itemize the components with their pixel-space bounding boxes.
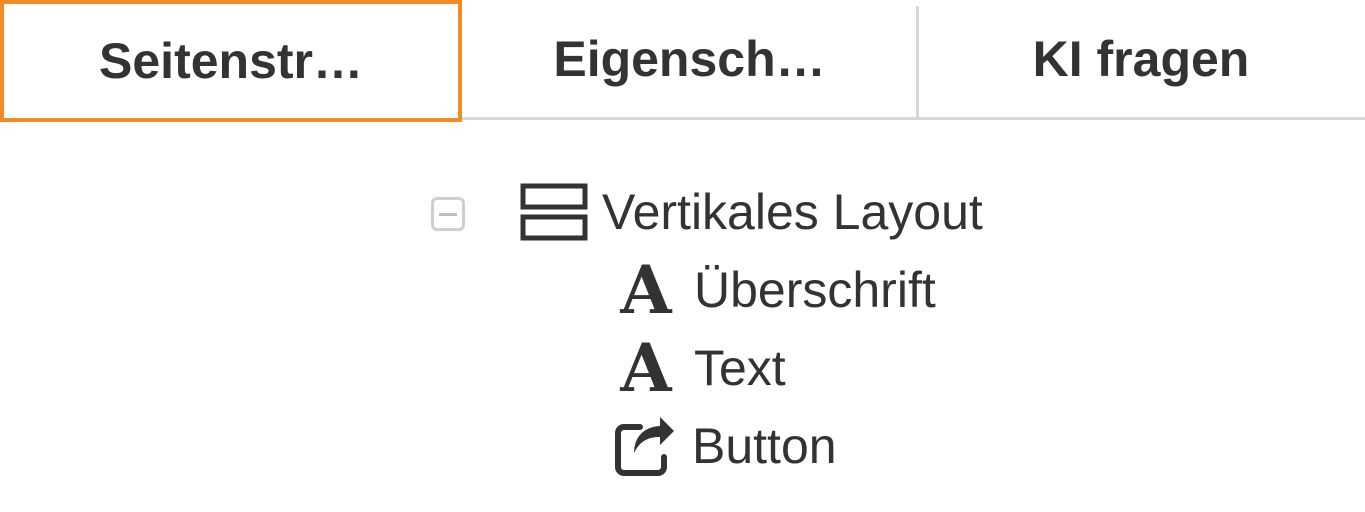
tree-item-label: Text [694,340,786,396]
tree-item-label: Vertikales Layout [602,184,983,240]
font-icon: A [620,329,672,407]
page-structure-tree: Vertikales Layout A Überschrift A Text B… [0,122,1365,512]
tab-properties[interactable]: Eigensch… [462,0,917,118]
font-icon: A [620,251,672,329]
vertical-layout-icon [520,183,588,241]
tree-item-heading[interactable]: A Überschrift [614,251,936,329]
tab-bar: Seitenstr… Eigensch… KI fragen [0,0,1365,122]
tab-label: Seitenstr… [99,33,363,89]
tree-item-button[interactable]: Button [614,414,837,478]
tree-item-text[interactable]: A Text [614,329,786,407]
tab-label: KI fragen [1032,31,1250,87]
share-icon [614,415,676,477]
tree-item-label: Button [692,418,837,474]
tree-item-vertical-layout[interactable]: Vertikales Layout [520,180,983,244]
tab-ask-ai[interactable]: KI fragen [917,0,1365,118]
collapse-icon[interactable] [431,197,465,231]
tree-item-label: Überschrift [694,262,936,318]
tab-page-structure[interactable]: Seitenstr… [0,0,462,122]
tab-label: Eigensch… [553,31,826,87]
